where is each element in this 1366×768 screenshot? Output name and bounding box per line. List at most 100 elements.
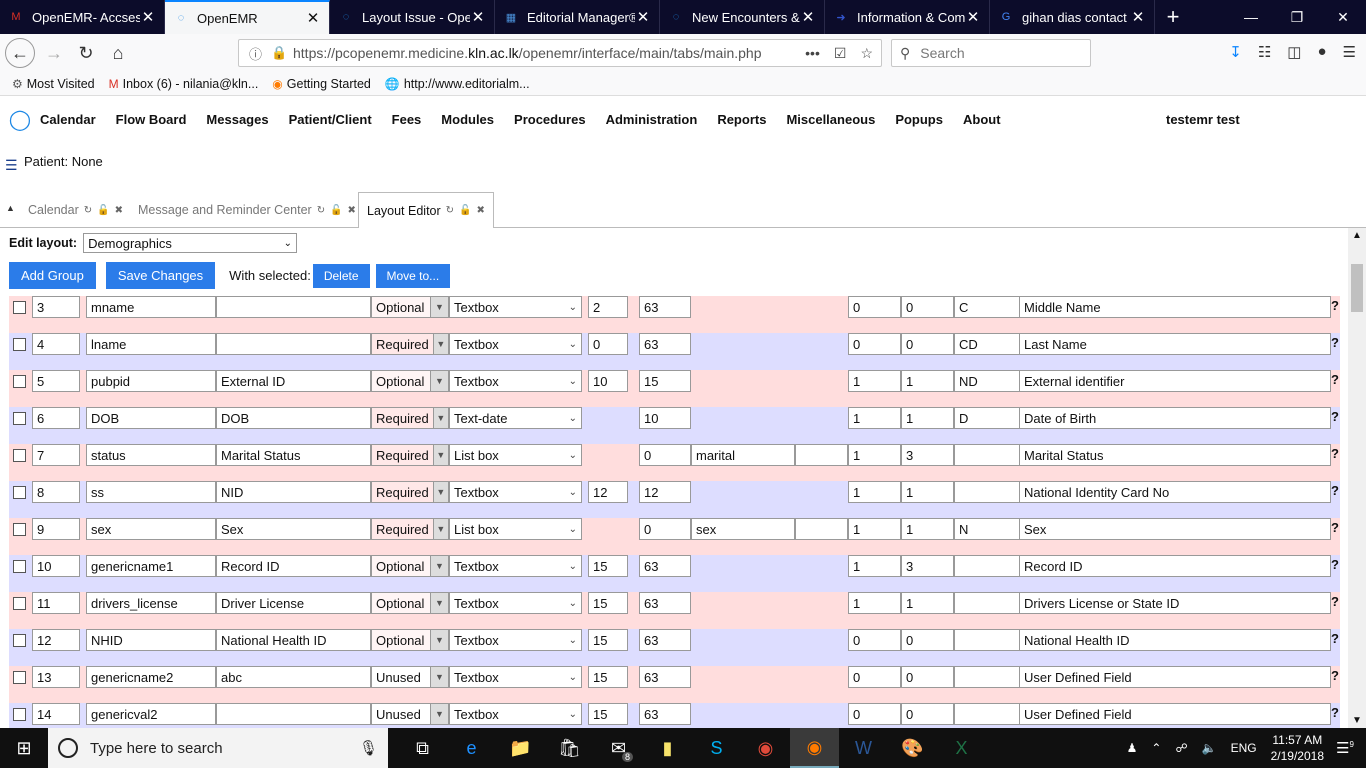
max-size-field[interactable]: 63 <box>639 555 691 577</box>
browser-tab[interactable]: ◌ New Encounters & ✕ <box>660 0 825 34</box>
field-id[interactable]: genericval2 <box>86 703 216 725</box>
width-field[interactable]: 15 <box>588 703 628 725</box>
field-id[interactable]: genericname2 <box>86 666 216 688</box>
width-field[interactable]: 15 <box>588 666 628 688</box>
menu-item-calendar[interactable]: Calendar <box>40 112 96 127</box>
volume-icon[interactable]: 🔈 <box>1202 741 1217 755</box>
list-field[interactable]: marital <box>691 444 795 466</box>
close-icon[interactable]: ✕ <box>305 9 321 27</box>
row-checkbox[interactable] <box>13 671 26 684</box>
scroll-down-icon[interactable]: ▼ <box>1352 715 1362 726</box>
menu-item-about[interactable]: About <box>963 112 1001 127</box>
description-field[interactable]: External identifier <box>1019 370 1331 392</box>
description-field[interactable]: User Defined Field <box>1019 666 1331 688</box>
firefox-icon[interactable]: ◉ <box>790 728 839 768</box>
data-cols-field[interactable]: 1 <box>901 518 954 540</box>
user-name[interactable]: testemr test <box>1166 112 1240 127</box>
field-label[interactable]: DOB <box>216 407 371 429</box>
clock[interactable]: 11:57 AM 2/19/2018 <box>1271 732 1324 764</box>
label-cols-field[interactable]: 1 <box>848 555 901 577</box>
field-id[interactable]: lname <box>86 333 216 355</box>
options-field[interactable] <box>954 555 1020 577</box>
order-field[interactable]: 8 <box>32 481 80 503</box>
restore-icon[interactable]: ❐ <box>1274 0 1320 34</box>
order-field[interactable]: 14 <box>32 703 80 725</box>
order-field[interactable]: 11 <box>32 592 80 614</box>
data-cols-field[interactable]: 0 <box>901 629 954 651</box>
data-type-select[interactable]: List box ⌄ <box>449 518 582 540</box>
close-icon[interactable]: ✕ <box>800 8 816 26</box>
data-type-select[interactable]: Textbox ⌄ <box>449 703 582 725</box>
description-field[interactable]: Drivers License or State ID <box>1019 592 1331 614</box>
row-checkbox[interactable] <box>13 708 26 721</box>
data-type-select[interactable]: Textbox ⌄ <box>449 481 582 503</box>
description-field[interactable]: Date of Birth <box>1019 407 1331 429</box>
collapse-arrow-icon[interactable]: ▲ <box>6 203 15 213</box>
back-icon[interactable]: ← <box>5 38 35 68</box>
help-icon[interactable]: ? <box>1331 631 1339 646</box>
close-icon[interactable]: ✖ <box>477 205 485 216</box>
data-type-select[interactable]: Textbox ⌄ <box>449 370 582 392</box>
close-window-icon[interactable]: ✕ <box>1320 0 1366 34</box>
browser-tab[interactable]: ➜ Information & Com ✕ <box>825 0 990 34</box>
field-id[interactable]: drivers_license <box>86 592 216 614</box>
row-checkbox[interactable] <box>13 597 26 610</box>
row-checkbox[interactable] <box>13 560 26 573</box>
pocket-icon[interactable]: ☑ <box>834 45 847 62</box>
data-type-select[interactable]: List box ⌄ <box>449 444 582 466</box>
description-field[interactable]: Record ID <box>1019 555 1331 577</box>
word-icon[interactable]: W <box>839 728 888 768</box>
options-field[interactable]: C <box>954 296 1020 318</box>
delete-button[interactable]: Delete <box>312 263 370 288</box>
browser-tab[interactable]: M OpenEMR- Accsess ✕ <box>0 0 165 34</box>
menu-item-miscellaneous[interactable]: Miscellaneous <box>786 112 875 127</box>
search-input[interactable]: ⚲ Search <box>891 39 1091 67</box>
options-field[interactable]: CD <box>954 333 1020 355</box>
uor-select[interactable]: Optional ▼ <box>371 592 449 614</box>
menu-item-messages[interactable]: Messages <box>206 112 268 127</box>
uor-select[interactable]: Unused ▼ <box>371 666 449 688</box>
label-cols-field[interactable]: 1 <box>848 370 901 392</box>
layout-select[interactable]: Demographics ⌄ <box>83 233 298 253</box>
close-icon[interactable]: ✕ <box>635 8 651 26</box>
minimize-icon[interactable]: — <box>1228 0 1274 34</box>
data-cols-field[interactable]: 3 <box>901 444 954 466</box>
browser-tab[interactable]: Ggihan dias contact - ✕ <box>990 0 1155 34</box>
url-text[interactable]: https://pcopenemr.medicine.kln.ac.lk/ope… <box>293 45 805 61</box>
description-field[interactable]: User Defined Field <box>1019 703 1331 725</box>
help-icon[interactable]: ? <box>1331 446 1339 461</box>
refresh-icon[interactable]: ↻ <box>317 205 325 216</box>
field-label[interactable]: Record ID <box>216 555 371 577</box>
sticky-notes-icon[interactable]: ▮ <box>643 728 692 768</box>
move-to-button[interactable]: Move to... <box>375 263 451 288</box>
width-field[interactable]: 0 <box>588 333 628 355</box>
order-field[interactable]: 5 <box>32 370 80 392</box>
save-changes-button[interactable]: Save Changes <box>105 262 216 289</box>
order-field[interactable]: 6 <box>32 407 80 429</box>
data-cols-field[interactable]: 0 <box>901 666 954 688</box>
label-cols-field[interactable]: 1 <box>848 407 901 429</box>
reload-icon[interactable]: ↻ <box>70 37 102 69</box>
unlock-icon[interactable]: 🔓 <box>330 205 342 216</box>
data-cols-field[interactable]: 0 <box>901 703 954 725</box>
help-icon[interactable]: ? <box>1331 557 1339 572</box>
uor-select[interactable]: Optional ▼ <box>371 629 449 651</box>
browser-tab[interactable]: ◌ OpenEMR ✕ <box>165 0 330 34</box>
patient-list-icon[interactable]: ☰ <box>5 157 18 174</box>
uor-select[interactable]: Optional ▼ <box>371 296 449 318</box>
label-cols-field[interactable]: 1 <box>848 444 901 466</box>
data-cols-field[interactable]: 0 <box>901 296 954 318</box>
menu-item-flow-board[interactable]: Flow Board <box>116 112 187 127</box>
field-label[interactable]: Driver License <box>216 592 371 614</box>
bookmark-item[interactable]: M Inbox (6) - nilania@kln... <box>109 77 259 91</box>
description-field[interactable]: Sex <box>1019 518 1331 540</box>
data-type-select[interactable]: Textbox ⌄ <box>449 592 582 614</box>
openemr-logo-icon[interactable]: ◯ <box>0 107 40 132</box>
options-field[interactable] <box>954 592 1020 614</box>
url-bar[interactable]: ⓘ 🔒 https://pcopenemr.medicine.kln.ac.lk… <box>238 39 882 67</box>
close-icon[interactable]: ✕ <box>1130 8 1146 26</box>
data-cols-field[interactable]: 0 <box>901 333 954 355</box>
close-icon[interactable]: ✕ <box>470 8 486 26</box>
backup-list-field[interactable] <box>795 518 848 540</box>
field-label[interactable] <box>216 333 371 355</box>
